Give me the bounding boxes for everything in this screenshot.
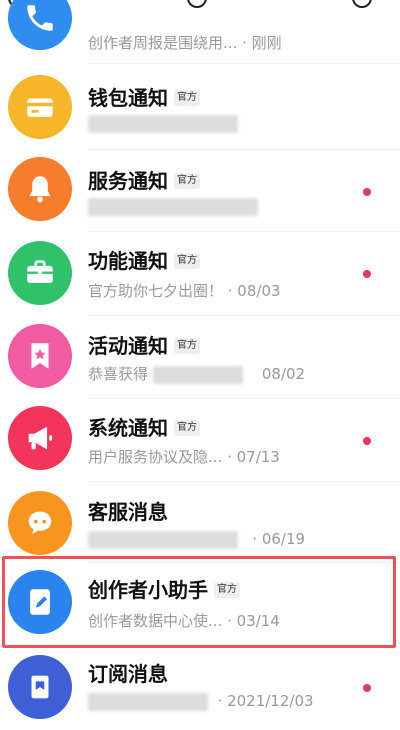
- list-item-title: 客服消息: [88, 500, 168, 524]
- phone-icon: [8, 0, 72, 50]
- list-item-wallet-notice[interactable]: 钱包通知 官方: [0, 66, 400, 150]
- list-item-title: 钱包通知 官方: [88, 82, 200, 111]
- list-item-title: 订阅消息: [88, 662, 168, 686]
- unread-dot: [363, 437, 371, 445]
- list-item-subtitle: 创作者周报是围绕用... · 刚刚: [88, 34, 282, 52]
- list-item-customer-service[interactable]: 客服消息 · 06/19: [0, 484, 400, 564]
- list-item-subtitle-blurred: [88, 197, 258, 216]
- list-item-feature-notice[interactable]: 功能通知 官方 官方助你七夕出圈！ · 08/03: [0, 235, 400, 316]
- list-item-title: 功能通知 官方: [88, 245, 200, 274]
- list-item-subtitle: · 2021/12/03: [88, 692, 314, 711]
- briefcase-icon: [8, 241, 72, 305]
- official-badge: 官方: [174, 419, 200, 436]
- bell-icon: [8, 157, 72, 221]
- official-badge: 官方: [174, 337, 200, 354]
- list-item-subtitle: 官方助你七夕出圈！ · 08/03: [88, 282, 281, 300]
- list-item-title: 活动通知 官方: [88, 330, 200, 359]
- list-item-service-notice[interactable]: 服务通知 官方: [0, 151, 400, 232]
- official-badge: 官方: [174, 252, 200, 269]
- official-badge: 官方: [174, 172, 200, 189]
- list-item-subtitle-blurred: [88, 114, 238, 133]
- list-item-title: 系统通知 官方: [88, 412, 200, 441]
- star-bookmark-icon: [8, 324, 72, 388]
- wallet-icon: [8, 75, 72, 139]
- highlight-frame: [2, 556, 396, 648]
- list-item-subtitle: 用户服务协议及隐... · 07/13: [88, 448, 280, 466]
- official-badge: 官方: [174, 89, 200, 106]
- chat-icon: [8, 491, 72, 555]
- list-item-title: 服务通知 官方: [88, 165, 200, 194]
- list-item-subscription[interactable]: 订阅消息 · 2021/12/03: [0, 650, 400, 730]
- unread-dot: [363, 270, 371, 278]
- list-item-subtitle: 恭喜获得 08/02: [88, 365, 306, 384]
- subscription-icon: [8, 655, 72, 719]
- list-item-subtitle: · 06/19: [88, 530, 305, 549]
- list-item-activity-notice[interactable]: 活动通知 官方 恭喜获得 08/02: [0, 318, 400, 399]
- megaphone-icon: [8, 406, 72, 470]
- unread-dot: [363, 684, 371, 692]
- unread-dot: [363, 188, 371, 196]
- list-item-system-notice[interactable]: 系统通知 官方 用户服务协议及隐... · 07/13: [0, 401, 400, 482]
